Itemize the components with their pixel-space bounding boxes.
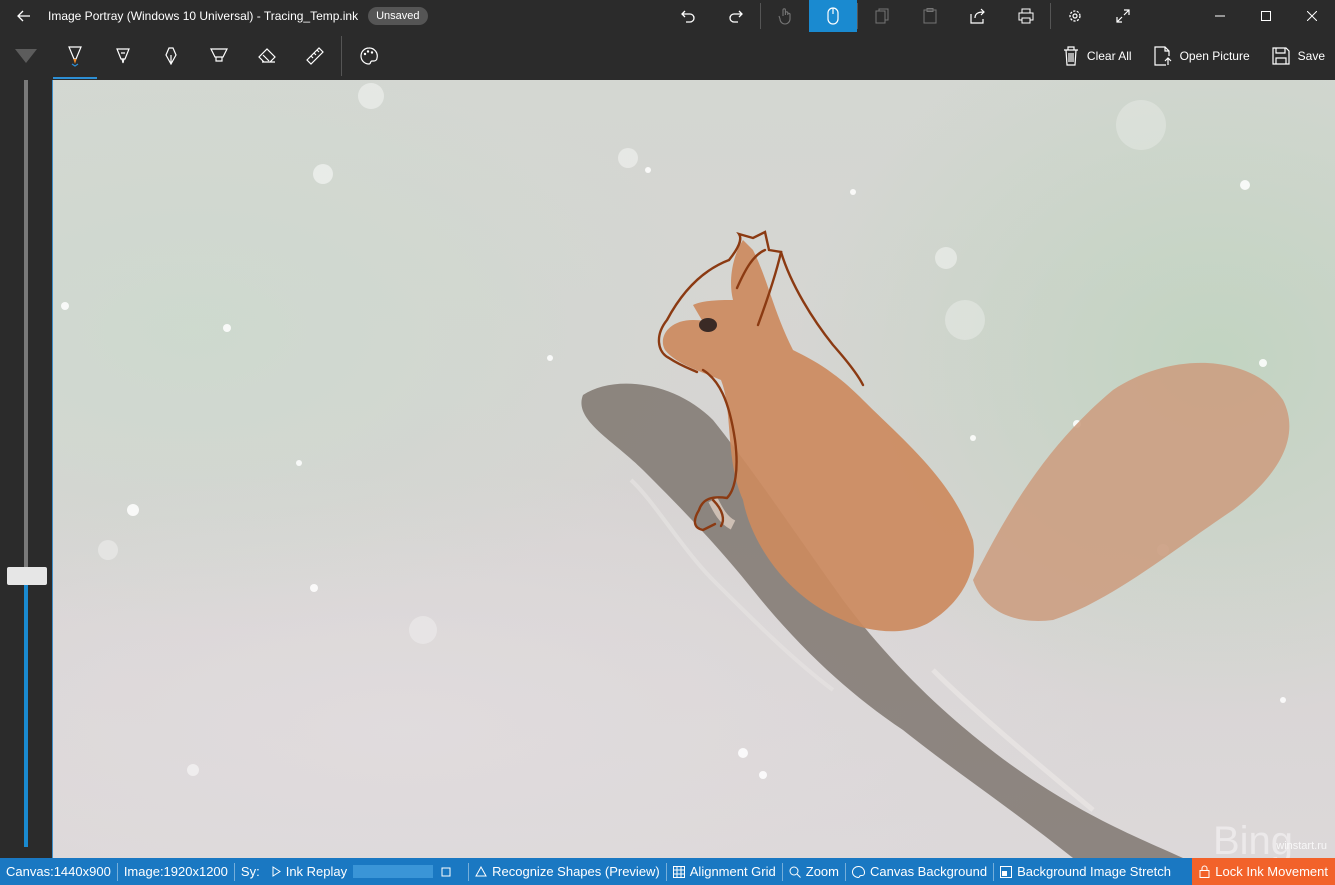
grid-icon xyxy=(672,865,685,878)
undo-button[interactable] xyxy=(664,0,712,32)
ink-replay-button[interactable]: Ink Replay xyxy=(266,858,462,885)
save-button[interactable]: Save xyxy=(1272,47,1325,65)
highlighter-tool[interactable] xyxy=(195,32,243,80)
status-bar: Canvas:1440x900 Image:1920x1200 Sy: Ink … xyxy=(0,858,1335,885)
replay-progress-bar[interactable] xyxy=(353,865,434,878)
background-photo xyxy=(61,83,1290,858)
mouse-icon xyxy=(827,7,839,25)
triangle-outline-icon xyxy=(475,866,487,877)
slider-track-filled[interactable] xyxy=(24,585,28,847)
copy-button[interactable] xyxy=(858,0,906,32)
open-picture-button[interactable]: Open Picture xyxy=(1153,46,1250,66)
redo-icon xyxy=(729,10,743,23)
fountain-pen-tool[interactable] xyxy=(147,32,195,80)
pencil-icon xyxy=(68,46,82,67)
maximize-button[interactable] xyxy=(1243,0,1289,32)
print-icon xyxy=(1018,8,1034,24)
alignment-grid-toggle[interactable]: Alignment Grid xyxy=(667,858,782,885)
sys-status: Sy: xyxy=(235,858,266,885)
open-file-icon xyxy=(1153,46,1172,66)
palette-icon xyxy=(360,47,378,65)
drawing-canvas[interactable]: Bing winstart.ru xyxy=(52,80,1335,858)
lock-ink-label: Lock Ink Movement xyxy=(1215,864,1328,879)
open-picture-label: Open Picture xyxy=(1179,49,1250,63)
color-palette-button[interactable] xyxy=(345,32,393,80)
ink-replay-label: Ink Replay xyxy=(285,864,348,879)
unsaved-badge: Unsaved xyxy=(368,7,428,25)
settings-icon xyxy=(1069,10,1081,22)
paste-button[interactable] xyxy=(906,0,954,32)
eraser-tool[interactable] xyxy=(243,32,291,80)
site-watermark: winstart.ru xyxy=(1276,840,1327,852)
maximize-icon xyxy=(1261,11,1271,21)
ruler-tool[interactable] xyxy=(291,32,339,80)
image-size-status: Image:1920x1200 xyxy=(118,858,234,885)
calligraphy-pen-icon xyxy=(116,48,130,64)
background-stretch-button[interactable]: Background Image Stretch xyxy=(994,858,1177,885)
ink-toolbar: Clear All Open Picture Save xyxy=(0,32,1335,80)
fullscreen-button[interactable] xyxy=(1099,0,1147,32)
undo-icon xyxy=(681,10,695,23)
canvas-size-status: Canvas:1440x900 xyxy=(0,858,117,885)
close-button[interactable] xyxy=(1289,0,1335,32)
clear-all-button[interactable]: Clear All xyxy=(1063,46,1132,66)
eraser-icon xyxy=(258,48,276,63)
slider-track[interactable] xyxy=(24,80,28,572)
triangle-icon xyxy=(15,49,37,63)
background-stretch-label: Background Image Stretch xyxy=(1017,864,1171,879)
pencil-tool[interactable] xyxy=(51,32,99,80)
alignment-grid-label: Alignment Grid xyxy=(689,864,776,879)
app-title: Image Portray (Windows 10 Universal) - T… xyxy=(48,9,359,23)
touch-mode-button[interactable] xyxy=(761,0,809,32)
minimize-icon xyxy=(1215,15,1225,17)
close-icon xyxy=(1307,11,1317,21)
zoom-button[interactable]: Zoom xyxy=(783,858,845,885)
minimize-button[interactable] xyxy=(1197,0,1243,32)
slider-thumb[interactable] xyxy=(7,567,47,585)
fullscreen-icon xyxy=(1116,9,1130,23)
bing-watermark: Bing xyxy=(1212,819,1293,858)
back-arrow-icon xyxy=(17,10,30,22)
settings-button[interactable] xyxy=(1051,0,1099,32)
calligraphy-pen-tool[interactable] xyxy=(99,32,147,80)
back-button[interactable] xyxy=(0,0,48,32)
recognize-shapes-label: Recognize Shapes (Preview) xyxy=(492,864,660,879)
trash-icon xyxy=(1063,46,1078,66)
touch-icon xyxy=(778,8,791,25)
play-icon xyxy=(272,866,281,877)
save-label: Save xyxy=(1297,49,1325,63)
image-size-label: Image:1920x1200 xyxy=(123,864,228,879)
stop-icon xyxy=(441,867,451,876)
print-button[interactable] xyxy=(1002,0,1050,32)
paste-icon xyxy=(923,8,937,24)
highlighter-icon xyxy=(210,48,228,62)
opacity-slider-panel xyxy=(0,80,52,858)
ruler-icon xyxy=(306,47,324,65)
sys-label: Sy: xyxy=(240,864,260,879)
save-icon xyxy=(1272,47,1290,65)
recognize-shapes-toggle[interactable]: Recognize Shapes (Preview) xyxy=(469,858,666,885)
share-button[interactable] xyxy=(954,0,1002,32)
share-icon xyxy=(970,8,985,24)
zoom-label: Zoom xyxy=(805,864,839,879)
lock-ink-movement-button[interactable]: Lock Ink Movement xyxy=(1192,858,1335,885)
mouse-mode-button[interactable] xyxy=(809,0,857,32)
canvas-background-button[interactable]: Canvas Background xyxy=(846,858,993,885)
zoom-icon xyxy=(789,866,801,878)
lock-icon xyxy=(1199,865,1210,878)
redo-button[interactable] xyxy=(712,0,760,32)
canvas-size-label: Canvas:1440x900 xyxy=(6,864,111,879)
stretch-icon xyxy=(1000,865,1013,878)
palette-small-icon xyxy=(851,865,865,878)
fountain-pen-icon xyxy=(165,47,177,65)
title-bar: Image Portray (Windows 10 Universal) - T… xyxy=(0,0,1335,32)
clear-all-label: Clear All xyxy=(1086,49,1132,63)
copy-icon xyxy=(875,8,889,24)
pen-size-dropdown[interactable] xyxy=(2,32,50,80)
canvas-background-label: Canvas Background xyxy=(869,864,988,879)
